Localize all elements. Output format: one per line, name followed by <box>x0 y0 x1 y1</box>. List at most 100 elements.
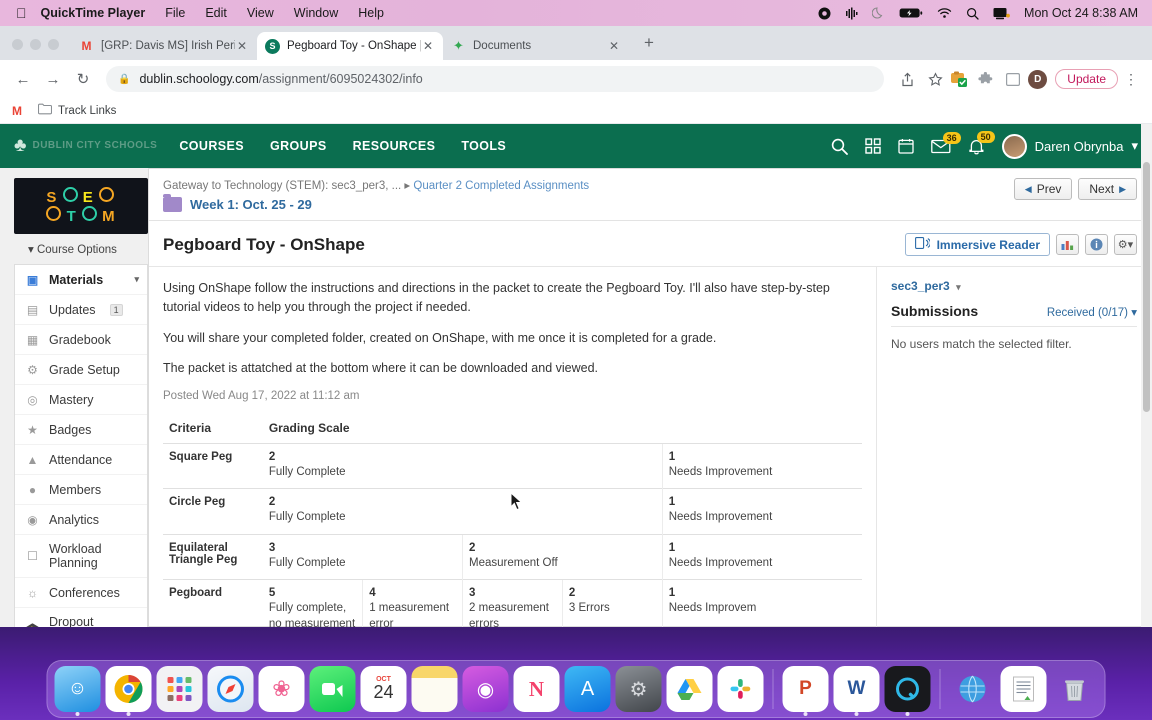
star-icon[interactable] <box>922 66 948 92</box>
dock-icon-internet-shortcut[interactable] <box>950 666 996 712</box>
dock-icon-calendar[interactable]: OCT 24 <box>360 666 407 712</box>
reload-icon[interactable]: ↻ <box>70 66 96 92</box>
forward-icon[interactable]: → <box>40 66 66 92</box>
menu-view[interactable]: View <box>247 6 274 20</box>
dock-icon-notes[interactable] <box>411 666 458 712</box>
dock-icon-safari[interactable] <box>207 666 254 712</box>
dock-icon-facetime[interactable] <box>309 666 356 712</box>
nav-courses[interactable]: COURSES <box>179 139 244 153</box>
update-button[interactable]: Update <box>1055 69 1118 89</box>
window-minimize-button[interactable] <box>30 39 41 50</box>
window-close-button[interactable] <box>12 39 23 50</box>
folder-name[interactable]: Week 1: Oct. 25 - 29 <box>190 197 312 212</box>
sidebar-item-analytics[interactable]: ◉ Analytics <box>15 505 147 535</box>
breadcrumb-course[interactable]: Gateway to Technology (STEM): sec3_per3,… <box>163 180 401 192</box>
share-icon[interactable] <box>894 66 920 92</box>
extension-icon[interactable] <box>950 70 970 88</box>
submissions-filter[interactable]: Received (0/17) ▾ <box>1047 305 1137 319</box>
dock-icon-app-store[interactable]: A <box>564 666 611 712</box>
cast-icon[interactable] <box>1000 66 1026 92</box>
menubar-clock[interactable]: Mon Oct 24 8:38 AM <box>1024 6 1138 20</box>
course-options-toggle[interactable]: ▾ Course Options <box>14 234 148 264</box>
dock-icon-finder[interactable]: ☺ <box>54 666 101 716</box>
sidebar-item-conferences[interactable]: ☼ Conferences <box>15 578 147 608</box>
puzzle-icon[interactable] <box>972 66 998 92</box>
dock-icon-news[interactable]: N <box>513 666 560 712</box>
section-select[interactable]: sec3_per3 ▾ <box>891 279 1137 293</box>
record-icon[interactable] <box>818 7 831 20</box>
wifi-icon[interactable] <box>937 7 952 19</box>
browser-tab-gmail[interactable]: M [GRP: Davis MS] Irish Period T ✕ <box>71 32 257 60</box>
browser-tab-schoology[interactable]: S Pegboard Toy - OnShape | Sch ✕ <box>257 32 443 60</box>
close-icon[interactable]: ✕ <box>607 39 621 53</box>
dock-icon-podcasts[interactable]: ◉ <box>462 666 509 712</box>
sidebar-item-grade-setup[interactable]: ⚙ Grade Setup <box>15 355 147 385</box>
school-logo[interactable]: ♣ DUBLIN CITY SCHOOLS <box>14 135 157 157</box>
dock-icon-quicktime-player[interactable] <box>884 666 931 716</box>
sidebar-item-materials[interactable]: ▣ Materials ▾ <box>15 265 147 295</box>
sidebar-item-badges[interactable]: ★ Badges <box>15 415 147 445</box>
apps-grid-icon[interactable] <box>864 138 881 154</box>
page-scrollbar[interactable] <box>1141 124 1152 627</box>
sidebar-item-members[interactable]: ● Members <box>15 475 147 505</box>
menu-window[interactable]: Window <box>294 6 338 20</box>
calendar-icon[interactable] <box>897 138 914 154</box>
dock-icon-photos[interactable]: ❀ <box>258 666 305 712</box>
menu-app-name[interactable]: QuickTime Player <box>41 6 146 20</box>
immersive-reader-button[interactable]: Immersive Reader <box>904 233 1050 256</box>
gear-icon[interactable]: ⚙▾ <box>1114 234 1137 255</box>
nav-groups[interactable]: GROUPS <box>270 139 327 153</box>
dock-icon-launchpad[interactable] <box>156 666 203 712</box>
prev-button[interactable]: ◀ Prev <box>1013 178 1073 200</box>
bookmark-track-links[interactable]: Track Links <box>37 103 116 118</box>
nav-tools[interactable]: TOOLS <box>461 139 506 153</box>
window-controls[interactable] <box>8 39 71 60</box>
address-bar[interactable]: 🔒 dublin.schoology.com/assignment/609502… <box>106 66 885 92</box>
sidebar-item-gradebook[interactable]: ▦ Gradebook <box>15 325 147 355</box>
bar-chart-icon[interactable] <box>1056 234 1079 255</box>
scrollbar-thumb[interactable] <box>1143 162 1150 412</box>
spotlight-search-icon[interactable] <box>966 7 979 20</box>
info-icon[interactable] <box>1085 234 1108 255</box>
close-icon[interactable]: ✕ <box>235 39 249 53</box>
sidebar-item-workload-planning[interactable]: ☐ Workload Planning <box>15 535 147 578</box>
dock-icon-word[interactable]: W <box>833 666 880 716</box>
sidebar-item-dropout-detective[interactable]: 🎓 Dropout Detective <box>15 608 147 627</box>
bell-icon[interactable]: 50 <box>968 130 995 155</box>
back-icon[interactable]: ← <box>10 66 36 92</box>
audio-waveform-icon[interactable] <box>845 7 858 20</box>
chevron-down-icon[interactable]: ▾ <box>134 274 139 285</box>
battery-charging-icon[interactable] <box>899 7 923 19</box>
mail-icon[interactable]: 36 <box>930 131 961 154</box>
apple-icon[interactable]:  <box>16 6 27 20</box>
control-center-icon[interactable] <box>872 6 885 20</box>
user-menu[interactable]: Daren Obrynba ▾ <box>1001 133 1138 159</box>
screen-sharing-icon[interactable] <box>993 7 1010 20</box>
sidebar-item-attendance[interactable]: ▲ Attendance <box>15 445 147 475</box>
menu-file[interactable]: File <box>165 6 185 20</box>
menu-help[interactable]: Help <box>358 6 384 20</box>
dock-icon-document-stack[interactable] <box>1000 666 1047 712</box>
breadcrumb-section[interactable]: Quarter 2 Completed Assignments <box>413 180 589 192</box>
sidebar-item-mastery[interactable]: ◎ Mastery <box>15 385 147 415</box>
dock-icon-trash[interactable] <box>1052 666 1098 712</box>
window-zoom-button[interactable] <box>48 39 59 50</box>
folder-row[interactable]: Week 1: Oct. 25 - 29 <box>163 194 589 212</box>
search-icon[interactable] <box>831 138 848 155</box>
next-button[interactable]: Next ▶ <box>1078 178 1137 200</box>
macos-menu-bar:  QuickTime Player File Edit View Window… <box>0 0 1152 26</box>
bookmark-gmail[interactable]: M <box>12 104 22 118</box>
dock-icon-chrome[interactable] <box>105 666 152 716</box>
nav-resources[interactable]: RESOURCES <box>353 139 436 153</box>
sidebar-item-updates[interactable]: ▤ Updates 1 <box>15 295 147 325</box>
close-icon[interactable]: ✕ <box>421 39 435 53</box>
dock-icon-system-settings[interactable]: ⚙ <box>615 666 662 712</box>
menu-edit[interactable]: Edit <box>205 6 227 20</box>
profile-avatar[interactable]: D <box>1028 69 1048 89</box>
kebab-menu-icon[interactable]: ⋮ <box>1120 71 1142 88</box>
dock-icon-powerpoint[interactable]: P <box>782 666 829 716</box>
browser-tab-documents[interactable]: ✦ Documents ✕ <box>443 32 629 60</box>
dock-icon-slack[interactable] <box>717 666 764 712</box>
dock-icon-google-drive[interactable] <box>666 666 713 712</box>
new-tab-button[interactable]: + <box>637 31 661 55</box>
